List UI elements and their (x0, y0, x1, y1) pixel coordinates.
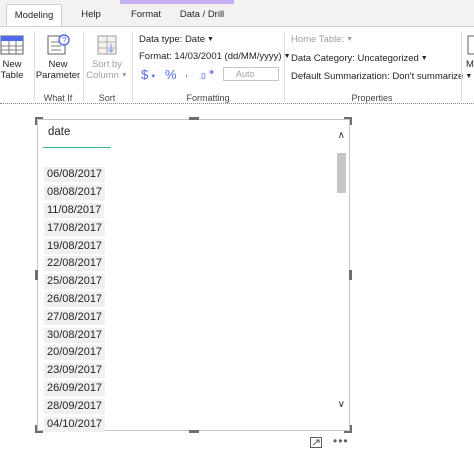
new-parameter-button[interactable]: ? New Parameter (35, 33, 81, 81)
new-table-label-2: Table (0, 70, 24, 81)
scrollbar-thumb[interactable] (337, 153, 346, 193)
slicer-list-item[interactable]: 26/08/2017 (44, 291, 334, 309)
properties-group: Home Table: ▼ Data Category: Uncategorize… (285, 27, 472, 105)
format-label: Format: 14/03/2001 (dd/MM/yyyy) (139, 51, 282, 62)
ribbon: New Table ? New Parameter What If Sort b… (0, 26, 474, 104)
slicer-item-label: 26/09/2017 (44, 380, 106, 396)
table-icon (0, 35, 24, 55)
slicer-list-item[interactable]: 22/08/2017 (44, 255, 334, 273)
properties-group-label: Properties (351, 93, 393, 103)
currency-icon: $ (141, 67, 149, 82)
tab-modeling[interactable]: Modeling (6, 4, 62, 26)
format-dropdown[interactable]: Format: 14/03/2001 (dd/MM/yyyy) ▼ (139, 51, 291, 62)
overflow-ribbon-label: M (466, 59, 474, 70)
date-slicer-visual[interactable]: date ∧ ∨ 06/08/2017 08/08/2017 11/08/2017 1… (37, 119, 350, 433)
sort-by-column-label-2: Column ▼ (86, 70, 128, 81)
slicer-list-item[interactable]: 20/09/2017 (44, 344, 334, 362)
slicer-item-label: 04/10/2017 (44, 416, 106, 432)
chevron-down-icon: ▼ (346, 36, 354, 43)
overflow-ribbon-button[interactable]: M (466, 33, 474, 70)
resize-handle-bottom-left[interactable] (35, 425, 37, 433)
slicer-list-item[interactable]: 17/08/2017 (44, 219, 334, 237)
slicer-header: date (48, 126, 71, 138)
sort-by-column-icon (97, 35, 117, 55)
slicer-list-item[interactable]: 06/08/2017 (44, 166, 334, 184)
what-if-group-label: What If (43, 93, 73, 103)
focus-mode-icon[interactable] (310, 437, 322, 448)
slicer-item-label: 17/08/2017 (44, 220, 106, 236)
svg-text:?: ? (62, 36, 67, 45)
new-parameter-label-2: Parameter (35, 70, 81, 81)
default-summarization-dropdown[interactable]: Default Summarization: Don't summarize ▼ (291, 71, 472, 82)
tab-format[interactable]: Format (122, 4, 170, 26)
formatting-group-label: Formatting (186, 93, 230, 103)
slicer-item-label: 23/09/2017 (44, 363, 106, 379)
data-category-label: Data Category: Uncategorized (291, 53, 419, 64)
slicer-list: 06/08/2017 08/08/2017 11/08/2017 17/08/2017… (44, 166, 334, 433)
home-table-label: Home Table: (291, 34, 345, 45)
tab-data-drill[interactable]: Data / Drill (172, 4, 232, 26)
new-table-label-1: New (2, 59, 22, 70)
chevron-down-icon: ▼ (420, 55, 428, 62)
formatting-group: Data type: Date ▼ Format: 14/03/2001 (dd/… (133, 27, 291, 105)
currency-format-button[interactable]: $ ▼ (141, 67, 156, 82)
slicer-list-item[interactable]: 25/08/2017 (44, 273, 334, 291)
new-table-button[interactable]: New Table (0, 33, 28, 81)
slicer-list-item[interactable]: 28/09/2017 (44, 397, 334, 415)
parameter-icon: ? (47, 34, 70, 55)
chevron-down-icon: ▼ (465, 73, 473, 80)
slicer-item-label: 30/08/2017 (44, 327, 106, 343)
resize-handle-bottom[interactable] (189, 430, 199, 433)
resize-handle-left[interactable] (35, 270, 38, 280)
resize-handle-top[interactable] (189, 117, 199, 120)
slicer-list-item[interactable]: 11/08/2017 (44, 202, 334, 220)
slicer-list-item[interactable]: 19/08/2017 (44, 237, 334, 255)
more-options-icon[interactable]: ••• (333, 434, 349, 448)
decimal-places-input[interactable]: Auto (223, 67, 279, 81)
slicer-item-label: 27/08/2017 (44, 309, 106, 325)
what-if-group: ? New Parameter What If (35, 27, 81, 105)
slicer-list-item[interactable]: 27/08/2017 (44, 308, 334, 326)
data-type-label: Data type: Date (139, 34, 206, 45)
resize-handle-top-right[interactable] (350, 117, 352, 125)
sort-by-column-button[interactable]: Sort by Column ▼ (84, 33, 130, 81)
slicer-item-label: 08/08/2017 (44, 185, 106, 201)
home-table-dropdown[interactable]: Home Table: ▼ (291, 34, 353, 45)
resize-handle-bottom-right[interactable] (350, 425, 352, 433)
data-type-dropdown[interactable]: Data type: Date ▼ (139, 34, 214, 45)
group-separator (461, 31, 462, 101)
slicer-item-label: 19/08/2017 (44, 238, 106, 254)
decimal-places-icon[interactable]: .0 (199, 69, 215, 81)
resize-handle-top-left[interactable] (35, 117, 37, 125)
ribbon-overflow-icon (467, 35, 474, 55)
percent-format-button[interactable]: % (165, 67, 177, 82)
ribbon-tab-strip: Modeling Help Format Data / Drill (0, 0, 474, 26)
resize-handle-right[interactable] (349, 270, 352, 280)
slicer-list-item[interactable]: 08/08/2017 (44, 184, 334, 202)
slicer-list-item[interactable]: 26/09/2017 (44, 380, 334, 398)
scroll-up-icon[interactable]: ∧ (338, 130, 345, 141)
slicer-item-label: 20/09/2017 (44, 345, 106, 361)
chevron-down-icon: ▼ (207, 36, 214, 43)
svg-text:.0: .0 (199, 72, 206, 81)
slicer-item-label: 22/08/2017 (44, 256, 106, 272)
slicer-list-item[interactable]: 23/09/2017 (44, 362, 334, 380)
slicer-list-item[interactable]: 30/08/2017 (44, 326, 334, 344)
slicer-header-underline (43, 147, 111, 148)
slicer-item-label: 25/08/2017 (44, 274, 106, 290)
slicer-item-label: 06/08/2017 (44, 167, 106, 183)
tab-help[interactable]: Help (66, 4, 116, 26)
slicer-item-label: 11/08/2017 (44, 202, 105, 218)
slicer-item-label: 28/09/2017 (44, 398, 106, 414)
sort-group: Sort by Column ▼ Sort (84, 27, 130, 105)
comma-format-button[interactable]: , (185, 67, 188, 79)
data-category-dropdown[interactable]: Data Category: Uncategorized ▼ (291, 53, 428, 64)
sort-by-column-label-1: Sort by (91, 59, 123, 70)
sort-group-label: Sort (98, 93, 116, 103)
default-summarization-label: Default Summarization: Don't summarize (291, 71, 464, 82)
new-parameter-label-1: New (48, 59, 68, 70)
slicer-item-label: 26/08/2017 (44, 291, 106, 307)
scroll-down-icon[interactable]: ∨ (338, 399, 345, 410)
